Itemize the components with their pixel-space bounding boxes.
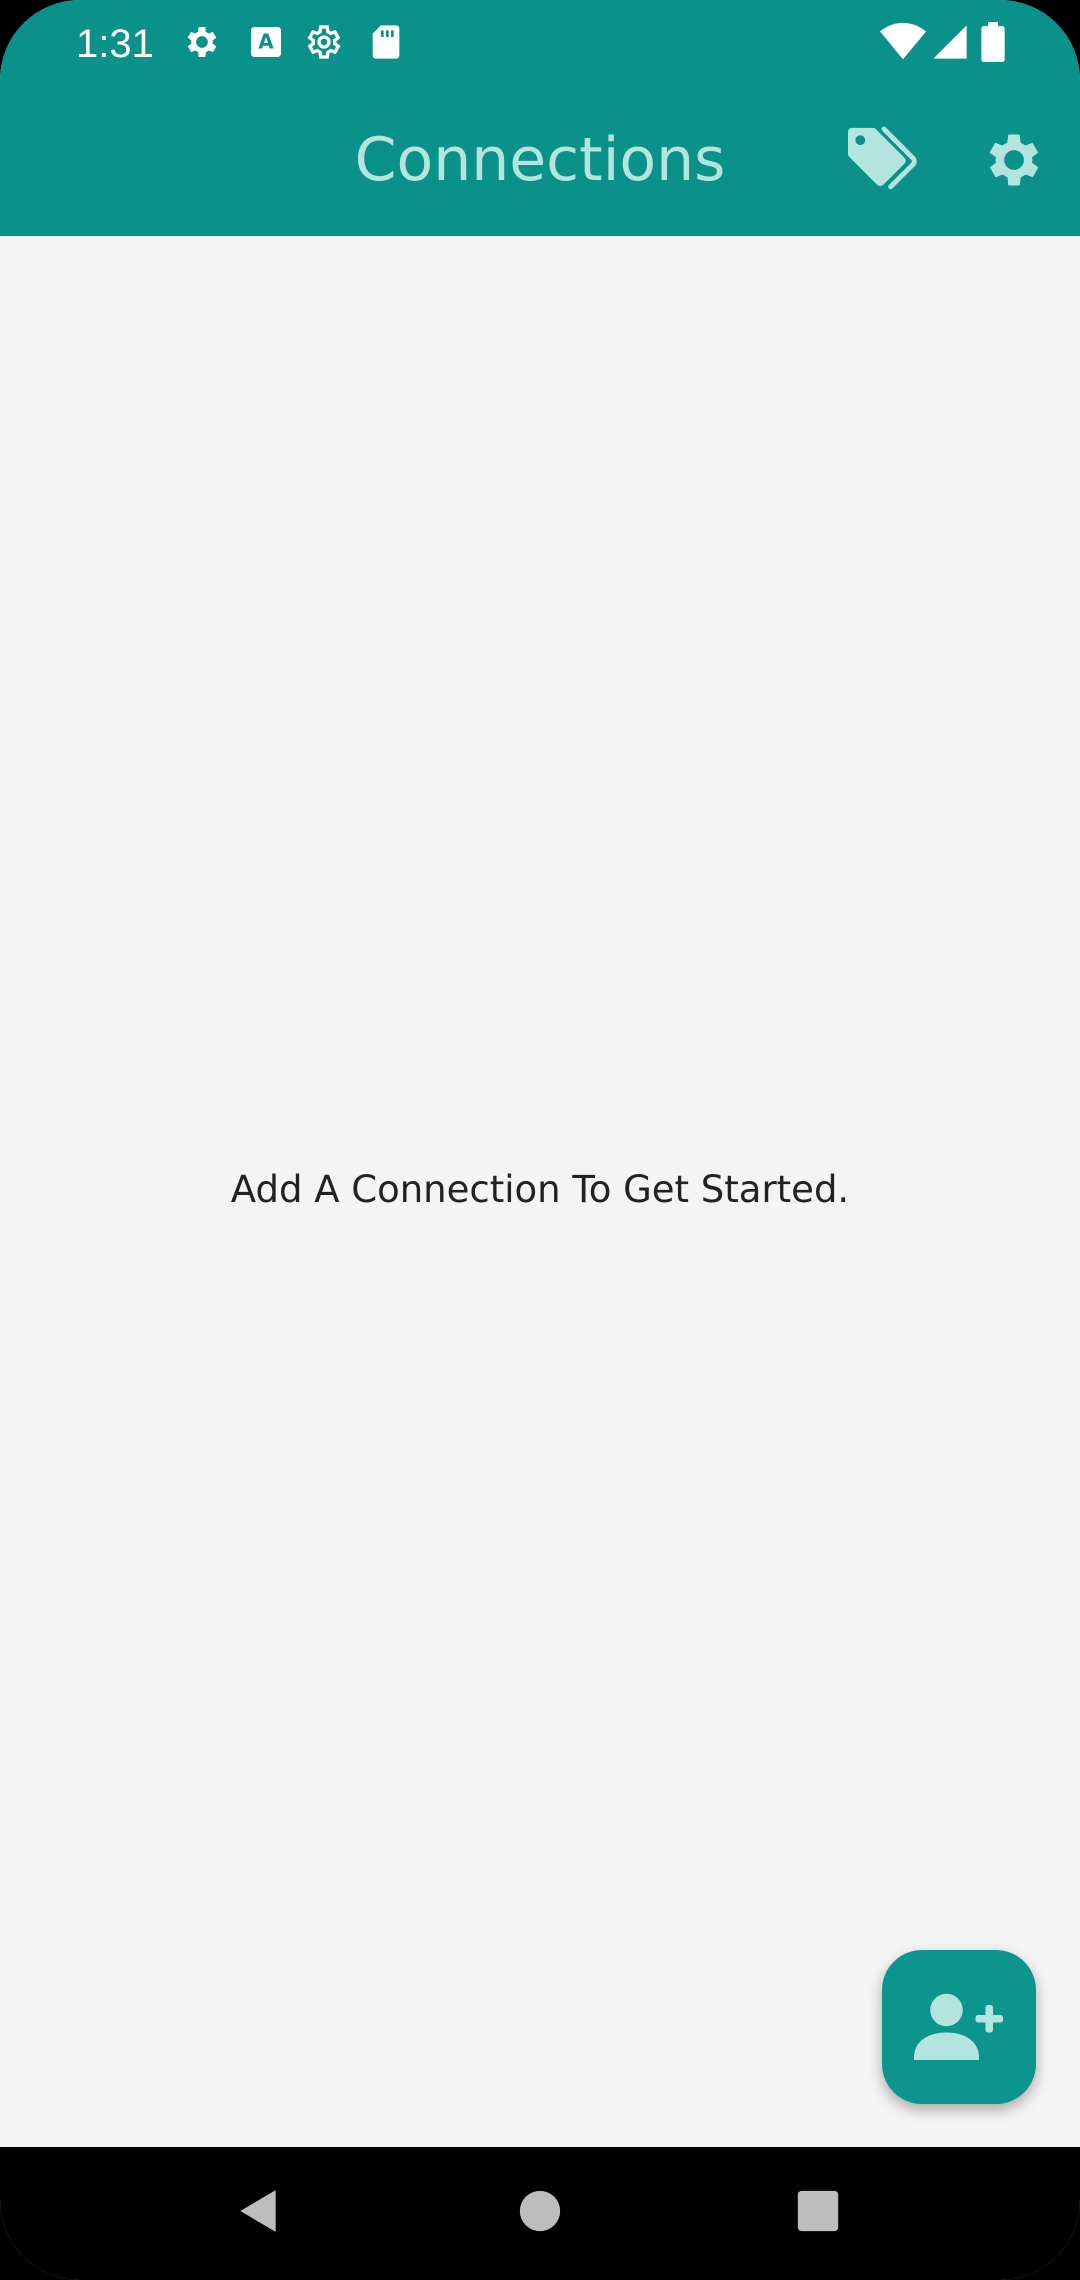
status-time: 1:31 [76, 22, 154, 66]
main-content: Add A Connection To Get Started. [0, 236, 1080, 2147]
font-a-icon: A [246, 22, 286, 62]
tags-button[interactable] [838, 118, 926, 206]
settings-button[interactable] [970, 118, 1058, 206]
app-bar: Connections [0, 88, 1080, 236]
home-button[interactable] [500, 2173, 580, 2253]
settings-icon [182, 22, 222, 62]
sd-card-icon [366, 22, 406, 62]
back-icon [234, 2186, 284, 2241]
screen: 1:31 A Connections Add A Connection To G… [0, 0, 1080, 2280]
svg-text:A: A [258, 30, 274, 54]
home-icon [518, 2189, 562, 2238]
settings-outline-icon [304, 22, 344, 62]
system-nav-bar [0, 2147, 1080, 2280]
empty-state-message: Add A Connection To Get Started. [230, 1168, 850, 1211]
add-connection-button[interactable] [882, 1950, 1036, 2104]
wifi-icon [880, 22, 926, 62]
recents-icon [796, 2189, 840, 2238]
cell-signal-icon [930, 22, 970, 62]
battery-icon [980, 22, 1008, 63]
back-button[interactable] [219, 2173, 299, 2253]
recents-button[interactable] [778, 2173, 858, 2253]
settings-icon [980, 126, 1048, 199]
status-bar: 1:31 A [0, 0, 1080, 88]
tags-icon [844, 126, 920, 199]
add-person-icon [914, 1990, 1004, 2065]
